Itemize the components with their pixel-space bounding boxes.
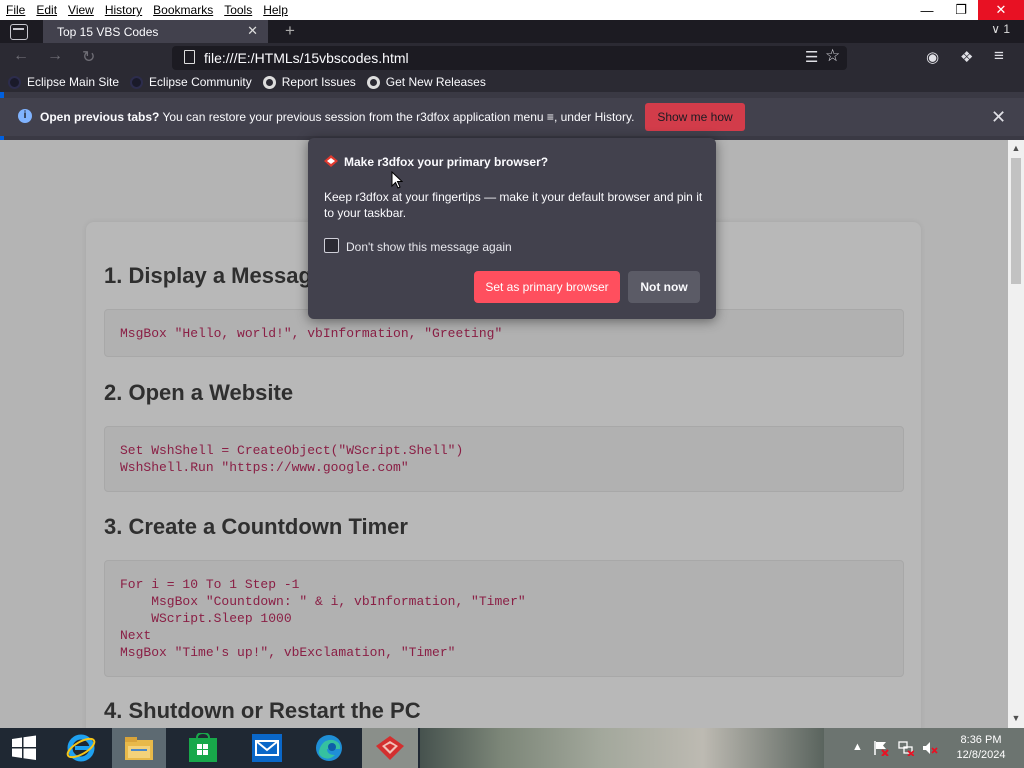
github-icon xyxy=(366,75,380,89)
notification-message: You can restore your previous session fr… xyxy=(159,110,547,124)
new-tab-button[interactable]: + xyxy=(285,21,295,41)
forward-icon[interactable]: → xyxy=(47,47,63,65)
menu-bar: File Edit View History Bookmarks Tools H… xyxy=(0,0,1024,20)
show-hidden-icons-icon[interactable]: ▲ xyxy=(852,741,863,753)
scroll-up-icon[interactable]: ▲ xyxy=(1008,143,1024,153)
menu-tools[interactable]: Tools xyxy=(224,3,252,17)
scroll-down-icon[interactable]: ▼ xyxy=(1008,713,1024,723)
set-primary-browser-button[interactable]: Set as primary browser xyxy=(474,271,620,303)
section-heading: 4. Shutdown or Restart the PC xyxy=(104,698,421,723)
info-icon: i xyxy=(18,109,32,123)
tab-active[interactable]: Top 15 VBS Codes ✕ xyxy=(43,20,268,43)
code-block: Set WshShell = CreateObject("WScript.She… xyxy=(104,426,904,492)
not-now-button[interactable]: Not now xyxy=(628,271,700,303)
window-controls: — ❐ ✕ xyxy=(910,0,1024,20)
restore-button[interactable]: ❐ xyxy=(944,0,978,20)
bookmark-label: Eclipse Main Site xyxy=(27,75,120,89)
url-text: file:///E:/HTMLs/15vbscodes.html xyxy=(204,50,409,66)
extensions-icon[interactable]: ❖ xyxy=(960,48,973,66)
bookmark-eclipse-main[interactable]: Eclipse Main Site xyxy=(8,75,119,89)
notification-text: Open previous tabs? You can restore your… xyxy=(40,110,634,124)
account-icon[interactable]: ◉ xyxy=(926,48,939,66)
action-center-flag-icon[interactable] xyxy=(873,740,889,757)
tab-close-icon[interactable]: ✕ xyxy=(247,23,258,39)
clock-date: 12/8/2024 xyxy=(956,749,1006,761)
minimize-button[interactable]: — xyxy=(910,0,944,20)
edge-icon[interactable] xyxy=(302,728,356,768)
code-block: For i = 10 To 1 Step -1 MsgBox "Countdow… xyxy=(104,560,904,677)
bookmark-label: Get New Releases xyxy=(385,75,486,89)
menu-history[interactable]: History xyxy=(105,3,142,17)
section-heading: 2. Open a Website xyxy=(104,380,294,405)
dont-show-again-checkbox[interactable] xyxy=(324,238,339,253)
github-icon xyxy=(262,75,276,89)
bookmark-star-icon[interactable]: ☆ xyxy=(825,46,840,66)
section-heading: 3. Create a Countdown Timer xyxy=(104,514,408,539)
hamburger-menu-icon: ≡ xyxy=(546,110,554,124)
menu-bookmarks[interactable]: Bookmarks xyxy=(153,3,213,17)
bookmark-label: Report Issues xyxy=(281,75,356,89)
start-icon[interactable] xyxy=(0,728,48,768)
volume-muted-icon[interactable] xyxy=(922,740,938,756)
firefox-view-icon[interactable] xyxy=(10,24,28,40)
reader-view-icon[interactable]: ☰ xyxy=(805,48,818,66)
notification-tail: , under History. xyxy=(553,110,635,124)
clock-time: 8:36 PM xyxy=(960,734,1002,746)
internet-explorer-icon[interactable] xyxy=(54,728,108,768)
reload-icon[interactable]: ↻ xyxy=(82,47,95,67)
menu-edit[interactable]: Edit xyxy=(36,3,57,17)
page-icon xyxy=(184,50,195,64)
menu-view[interactable]: View xyxy=(68,3,94,17)
url-bar[interactable]: file:///E:/HTMLs/15vbscodes.html xyxy=(172,46,847,70)
eclipse-icon xyxy=(130,75,144,89)
store-icon[interactable] xyxy=(176,728,230,768)
popup-message: Keep r3dfox at your fingertips — make it… xyxy=(324,190,703,220)
bookmark-label: Eclipse Community xyxy=(149,75,252,89)
app-menu-icon[interactable]: ≡ xyxy=(994,46,1004,66)
popup-title: Make r3dfox your primary browser? xyxy=(344,155,549,169)
bookmark-get-new-releases[interactable]: Get New Releases xyxy=(366,75,486,89)
back-icon[interactable]: ← xyxy=(13,47,29,65)
menu-file[interactable]: File xyxy=(6,3,25,17)
mail-icon[interactable] xyxy=(240,728,294,768)
system-clock[interactable]: 8:36 PM 12/8/2024 xyxy=(946,733,1016,763)
bookmark-report-issues[interactable]: Report Issues xyxy=(262,75,356,89)
notification-lead: Open previous tabs? xyxy=(40,110,160,124)
mouse-cursor-icon xyxy=(391,171,403,189)
taskbar-background xyxy=(420,728,824,768)
close-window-button[interactable]: ✕ xyxy=(978,0,1024,20)
tab-title: Top 15 VBS Codes xyxy=(57,24,159,39)
list-all-tabs-button[interactable]: ∨ 1 xyxy=(991,22,1010,36)
bookmark-eclipse-community[interactable]: Eclipse Community xyxy=(130,75,252,89)
r3dfox-icon[interactable] xyxy=(362,728,418,768)
file-explorer-icon[interactable] xyxy=(112,728,166,768)
network-icon[interactable] xyxy=(898,740,915,757)
show-me-how-button[interactable]: Show me how xyxy=(645,103,745,131)
r3dfox-logo-icon xyxy=(324,155,338,167)
scrollbar-thumb[interactable] xyxy=(1011,158,1021,284)
menu-help[interactable]: Help xyxy=(263,3,288,17)
bookmarks-toolbar: Eclipse Main Site Eclipse Community Repo… xyxy=(0,72,1024,92)
close-notification-icon[interactable]: ✕ xyxy=(991,107,1006,128)
eclipse-icon xyxy=(8,75,21,89)
dont-show-again-label[interactable]: Don't show this message again xyxy=(346,240,512,254)
